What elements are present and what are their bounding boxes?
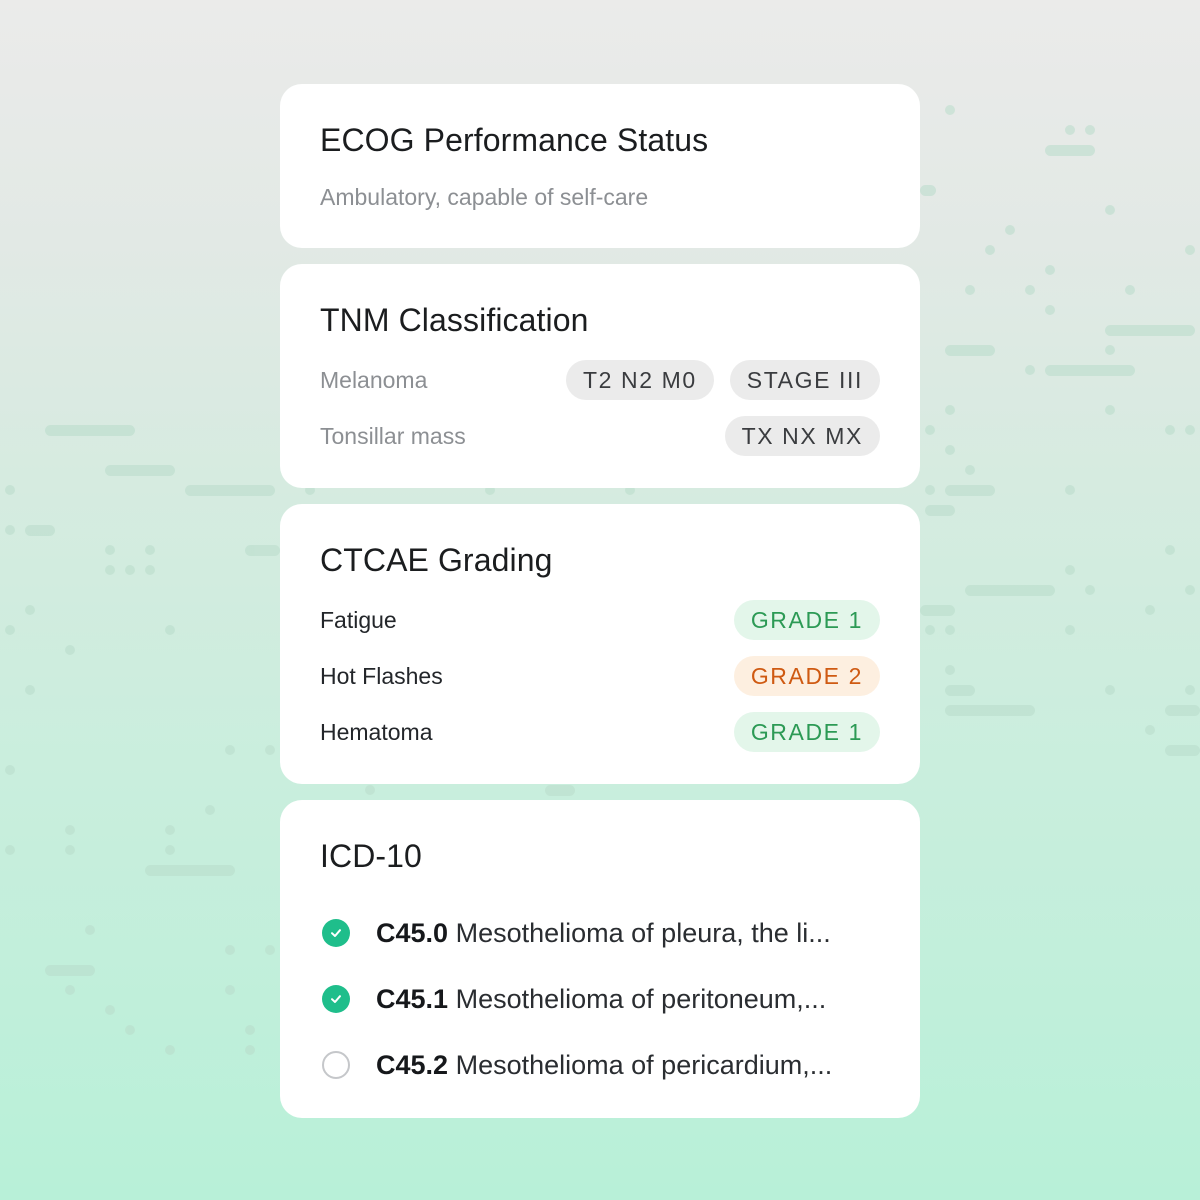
icd10-description: Mesothelioma of peritoneum,... xyxy=(455,983,827,1014)
ctcae-title: CTCAE Grading xyxy=(320,542,553,578)
icd10-description: Mesothelioma of pericardium,... xyxy=(455,1049,833,1080)
ecog-status-text: Ambulatory, capable of self-care xyxy=(320,184,649,210)
tnm-row-tonsillar-mass: Tonsillar mass TX NX MX xyxy=(320,416,880,456)
tnm-row-label: Tonsillar mass xyxy=(320,422,466,449)
tnm-card: TNM Classification Melanoma T2 N2 M0 STA… xyxy=(280,264,920,488)
icd10-item[interactable]: C45.1 Mesothelioma of peritoneum,... xyxy=(320,979,880,1019)
tnm-title: TNM Classification xyxy=(320,302,589,338)
icd10-item-text: C45.1 Mesothelioma of peritoneum,... xyxy=(376,984,880,1015)
icd10-title: ICD-10 xyxy=(320,838,422,874)
ctcae-row-hot-flashes: Hot Flashes GRADE 2 xyxy=(320,656,880,696)
tnm-tag: T2 N2 M0 xyxy=(566,360,714,400)
icd10-code: C45.0 xyxy=(376,917,449,948)
icd10-description: Mesothelioma of pleura, the li... xyxy=(455,917,831,948)
adverse-event-label: Fatigue xyxy=(320,606,397,633)
adverse-event-label: Hot Flashes xyxy=(320,662,443,689)
ctcae-card: CTCAE Grading Fatigue GRADE 1 Hot Flashe… xyxy=(280,504,920,784)
check-circle-filled-icon[interactable] xyxy=(322,919,350,947)
adverse-event-label: Hematoma xyxy=(320,718,433,745)
stage-tag: STAGE III xyxy=(729,360,880,400)
icd10-item-text: C45.2 Mesothelioma of pericardium,... xyxy=(376,1050,880,1081)
ecog-card: ECOG Performance Status Ambulatory, capa… xyxy=(280,84,920,248)
icd10-item-text: C45.0 Mesothelioma of pleura, the li... xyxy=(376,918,880,949)
icd10-item[interactable]: C45.0 Mesothelioma of pleura, the li... xyxy=(320,913,880,953)
ctcae-row-fatigue: Fatigue GRADE 1 xyxy=(320,600,880,640)
check-circle-filled-icon[interactable] xyxy=(322,985,350,1013)
ecog-title: ECOG Performance Status xyxy=(320,122,709,158)
ctcae-row-hematoma: Hematoma GRADE 1 xyxy=(320,712,880,752)
tnm-tag: TX NX MX xyxy=(724,416,880,456)
grade-badge: GRADE 2 xyxy=(733,656,880,696)
icd10-item[interactable]: C45.2 Mesothelioma of pericardium,... xyxy=(320,1045,880,1085)
icd10-code: C45.1 xyxy=(376,983,449,1014)
grade-badge: GRADE 1 xyxy=(733,600,880,640)
grade-badge: GRADE 1 xyxy=(733,712,880,752)
tnm-row-label: Melanoma xyxy=(320,366,428,393)
icd10-code: C45.2 xyxy=(376,1049,449,1080)
tnm-row-melanoma: Melanoma T2 N2 M0 STAGE III xyxy=(320,360,880,400)
icd10-card: ICD-10 C45.0 Mesothelioma of pleura, the… xyxy=(280,800,920,1118)
circle-outline-icon[interactable] xyxy=(322,1051,350,1079)
